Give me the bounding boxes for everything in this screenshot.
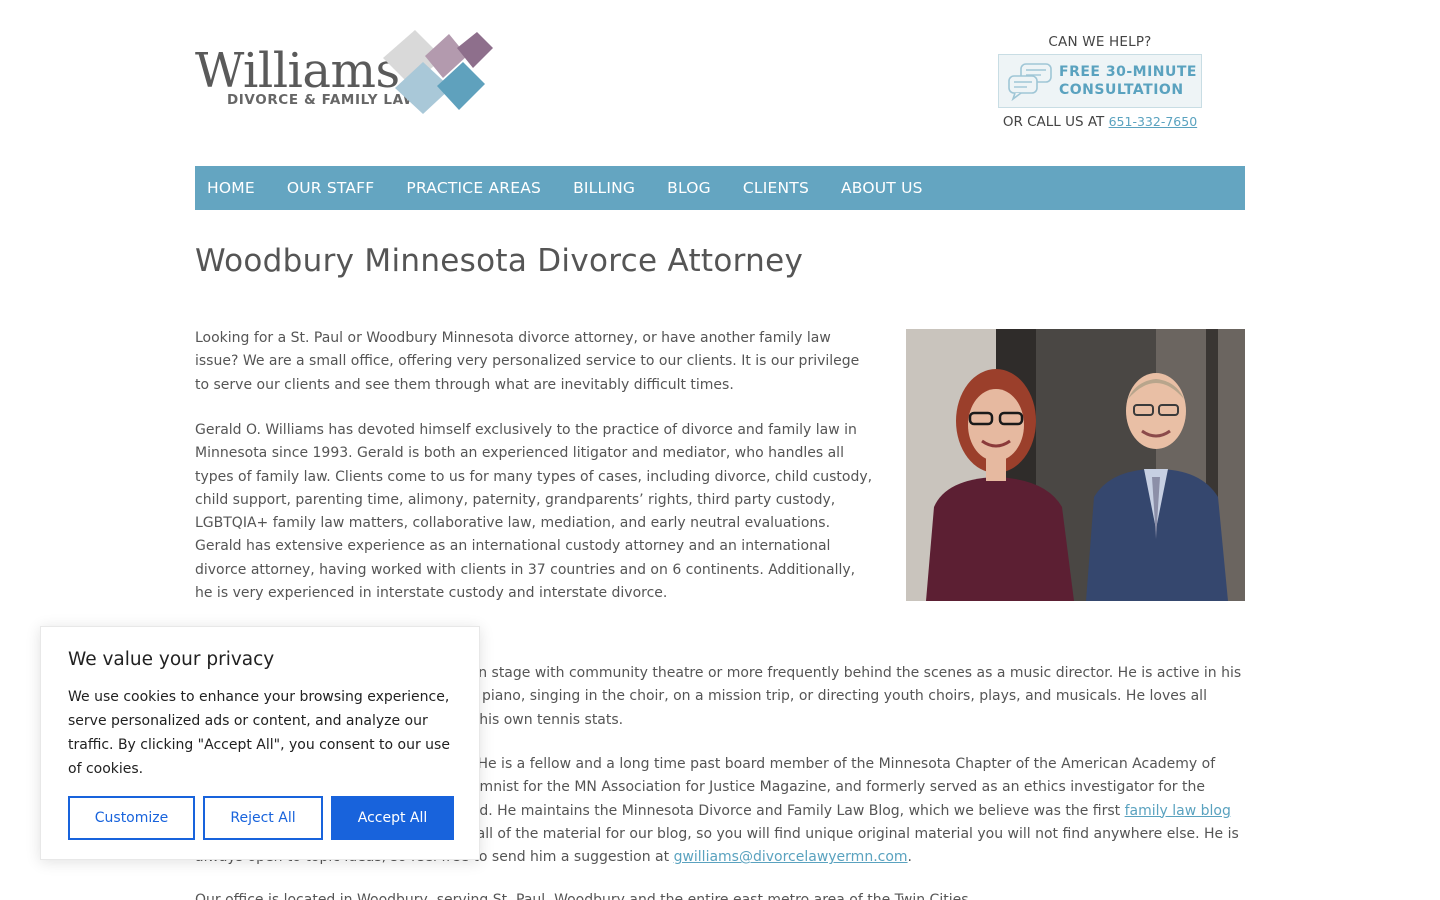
nav-our-staff[interactable]: OUR STAFF: [287, 179, 375, 197]
nav-about-us[interactable]: ABOUT US: [841, 179, 923, 197]
call-us-label: OR CALL US AT: [1002, 114, 1105, 130]
community-text-c: .: [907, 849, 912, 866]
customize-button[interactable]: Customize: [68, 796, 195, 840]
consultation-text: FREE 30-MINUTE CONSULTATION: [1059, 63, 1197, 99]
email-link[interactable]: gwilliams@divorcelawyermn.com: [674, 849, 908, 865]
chat-bubbles-icon: [1008, 63, 1052, 101]
accept-all-button[interactable]: Accept All: [331, 796, 454, 840]
page-title: Woodbury Minnesota Divorce Attorney: [195, 243, 804, 279]
site-logo[interactable]: Williams DIVORCE & FAMILY LAW: [195, 28, 500, 118]
intro-paragraph: Looking for a St. Paul or Woodbury Minne…: [195, 330, 860, 393]
nav-home[interactable]: HOME: [207, 179, 255, 197]
call-us-line: OR CALL US AT 651-332-7650: [998, 114, 1202, 130]
family-law-blog-link[interactable]: family law blog: [1125, 803, 1231, 819]
consultation-line-1: FREE 30-MINUTE: [1059, 64, 1197, 80]
nav-clients[interactable]: CLIENTS: [743, 179, 809, 197]
location-paragraph: Our office is located in Woodbury, servi…: [195, 892, 973, 900]
experience-paragraph: Gerald O. Williams has devoted himself e…: [195, 422, 873, 602]
free-consultation-button[interactable]: FREE 30-MINUTE CONSULTATION: [998, 54, 1202, 108]
logo-diamond-mark-icon: [383, 30, 493, 114]
cookie-consent-banner: We value your privacy We use cookies to …: [40, 626, 480, 860]
attorneys-photo: [906, 329, 1245, 601]
phone-link[interactable]: 651-332-7650: [1109, 114, 1198, 129]
nav-billing[interactable]: BILLING: [573, 179, 635, 197]
nav-practice-areas[interactable]: PRACTICE AREAS: [406, 179, 541, 197]
reject-all-button[interactable]: Reject All: [203, 796, 323, 840]
consultation-line-2: CONSULTATION: [1059, 82, 1184, 98]
help-box: CAN WE HELP? FREE 30-MINUTE CONSULTATION…: [998, 34, 1202, 130]
attorneys-photo-illustration: [906, 329, 1245, 601]
main-navigation: HOME OUR STAFF PRACTICE AREAS BILLING BL…: [195, 166, 1245, 210]
nav-blog[interactable]: BLOG: [667, 179, 711, 197]
cookie-description: We use cookies to enhance your browsing …: [68, 689, 450, 777]
help-title: CAN WE HELP?: [1048, 34, 1152, 50]
cookie-title: We value your privacy: [68, 649, 275, 670]
